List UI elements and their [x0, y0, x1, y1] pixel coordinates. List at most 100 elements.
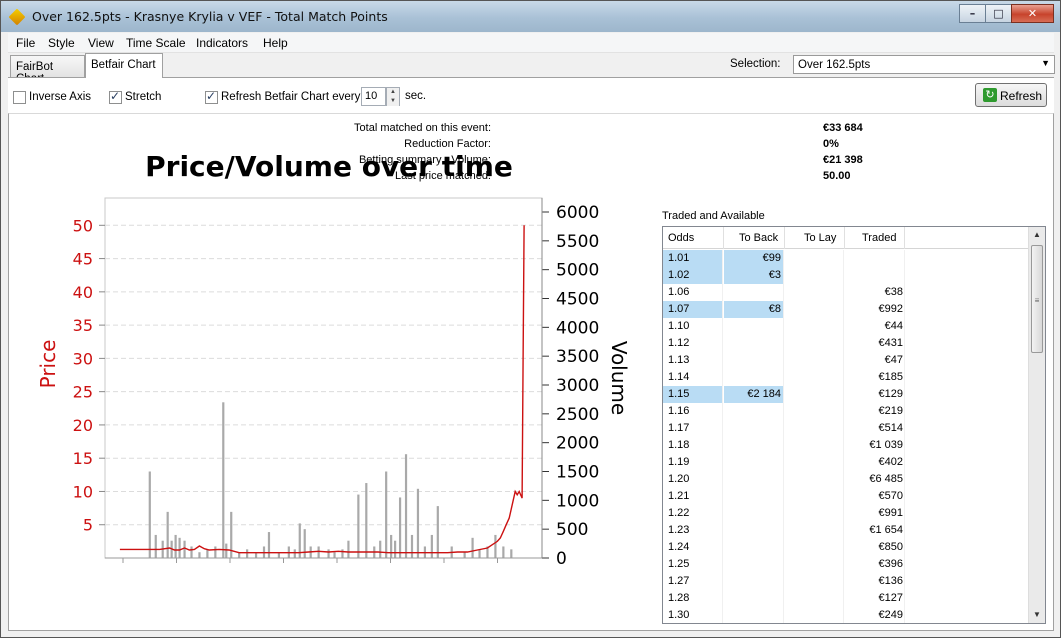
table-row[interactable]: 1.27 €136 — [663, 573, 1029, 590]
price-volume-chart: Price/Volume over time510152025303540455… — [36, 150, 631, 569]
menu-file[interactable]: File — [16, 36, 35, 50]
maximize-button[interactable]: □ — [985, 4, 1012, 23]
refresh-interval-input[interactable]: 10 — [361, 87, 386, 106]
y-tick-label: 35 — [73, 316, 93, 335]
table-row[interactable]: 1.06 €38 — [663, 284, 1029, 301]
table-row[interactable]: 1.22 €991 — [663, 505, 1029, 522]
inverse-axis-label: Inverse Axis — [29, 91, 91, 103]
column-header-to-lay[interactable]: To Lay — [785, 227, 845, 249]
table-row[interactable]: 1.17 €514 — [663, 420, 1029, 437]
table-row[interactable]: 1.18 €1 039 — [663, 437, 1029, 454]
tab-fairbot-chart[interactable]: FairBot Chart — [10, 55, 85, 85]
cell-odds: 1.27 — [663, 573, 723, 590]
cell-traded: €136 — [845, 573, 905, 590]
cell-to-lay — [785, 573, 844, 590]
inverse-axis-checkbox[interactable] — [13, 91, 26, 104]
cell-odds: 1.12 — [663, 335, 723, 352]
y-tick-label: 25 — [73, 383, 93, 402]
cell-to-back — [724, 505, 784, 522]
minimize-button[interactable]: – — [959, 4, 986, 23]
cell-to-back — [724, 590, 784, 607]
table-row[interactable]: 1.24 €850 — [663, 539, 1029, 556]
scroll-down-icon[interactable]: ▼ — [1029, 607, 1045, 623]
cell-traded: €570 — [845, 488, 905, 505]
column-header-traded[interactable]: Traded — [845, 227, 905, 249]
cell-to-back — [724, 403, 784, 420]
cell-to-back: €99 — [724, 250, 784, 267]
cell-to-back — [724, 369, 784, 386]
stretch-checkbox[interactable] — [109, 89, 122, 104]
menu-view[interactable]: View — [88, 36, 114, 50]
table-row[interactable]: 1.14 €185 — [663, 369, 1029, 386]
cell-to-lay — [785, 267, 844, 284]
cell-to-back — [724, 335, 784, 352]
volume-bar — [347, 540, 350, 558]
table-row[interactable]: 1.23 €1 654 — [663, 522, 1029, 539]
table-row[interactable]: 1.01 €99 — [663, 250, 1029, 267]
table-row[interactable]: 1.25 €396 — [663, 556, 1029, 573]
cell-traded: €249 — [845, 607, 905, 623]
betting-summary-value: €21 398 — [823, 154, 863, 166]
y2-tick-label: 6000 — [556, 203, 599, 223]
table-row[interactable]: 1.20 €6 485 — [663, 471, 1029, 488]
cell-to-lay — [785, 590, 844, 607]
volume-bar — [385, 471, 388, 558]
table-scrollbar[interactable]: ▲ ≡ ▼ — [1028, 227, 1045, 623]
table-row[interactable]: 1.02 €3 — [663, 267, 1029, 284]
cell-odds: 1.21 — [663, 488, 723, 505]
table-row[interactable]: 1.21 €570 — [663, 488, 1029, 505]
refresh-button-label: Refresh — [1000, 89, 1043, 103]
volume-bar — [410, 534, 414, 558]
cell-to-back — [724, 522, 784, 539]
close-button[interactable]: ✕ — [1011, 4, 1054, 23]
traded-available-table[interactable]: Odds To Back To Lay Traded 1.01 €99 1.02 €3… — [662, 226, 1046, 624]
refresh-interval-stepper[interactable]: ▲ ▼ — [386, 87, 400, 106]
table-row[interactable]: 1.15 €2 184 €129 — [663, 386, 1029, 403]
column-header-to-back[interactable]: To Back — [724, 227, 785, 249]
table-row[interactable]: 1.28 €127 — [663, 590, 1029, 607]
spin-down-icon[interactable]: ▼ — [387, 97, 399, 106]
dropdown-arrow-icon: ▼ — [1041, 58, 1050, 68]
cell-odds: 1.25 — [663, 556, 723, 573]
selection-dropdown[interactable]: Over 162.5pts ▼ — [793, 55, 1055, 74]
spin-up-icon[interactable]: ▲ — [387, 88, 399, 97]
menu-indicators[interactable]: Indicators — [196, 36, 248, 50]
refresh-button[interactable]: ↻ Refresh — [975, 83, 1047, 107]
table-row[interactable]: 1.30 €249 — [663, 607, 1029, 623]
volume-bar — [178, 537, 181, 558]
volume-bar — [174, 534, 177, 558]
tab-betfair-chart[interactable]: Betfair Chart — [85, 53, 163, 78]
cell-traded: €396 — [845, 556, 905, 573]
total-matched-value: €33 684 — [823, 122, 863, 134]
scroll-up-icon[interactable]: ▲ — [1029, 227, 1045, 243]
cell-to-lay — [785, 420, 844, 437]
table-row[interactable]: 1.07 €8 €992 — [663, 301, 1029, 318]
menu-time-scale[interactable]: Time Scale — [126, 36, 186, 50]
cell-to-lay — [785, 352, 844, 369]
stretch-label: Stretch — [125, 91, 162, 103]
table-row[interactable]: 1.10 €44 — [663, 318, 1029, 335]
table-row[interactable]: 1.12 €431 — [663, 335, 1029, 352]
title-bar[interactable]: Over 162.5pts - Krasnye Krylia v VEF - T… — [1, 1, 1060, 32]
scroll-thumb[interactable]: ≡ — [1031, 245, 1043, 353]
cell-traded: €47 — [845, 352, 905, 369]
cell-odds: 1.06 — [663, 284, 723, 301]
menu-style[interactable]: Style — [48, 36, 75, 50]
table-row[interactable]: 1.19 €402 — [663, 454, 1029, 471]
volume-bar — [166, 511, 169, 558]
grip-icon: ≡ — [1034, 296, 1040, 305]
cell-traded: €6 485 — [845, 471, 905, 488]
menu-help[interactable]: Help — [263, 36, 288, 50]
cell-traded: €38 — [845, 284, 905, 301]
volume-bar — [390, 534, 393, 558]
cell-traded: €431 — [845, 335, 905, 352]
auto-refresh-label: Refresh Betfair Chart every — [221, 91, 361, 103]
table-row[interactable]: 1.16 €219 — [663, 403, 1029, 420]
column-header-odds[interactable]: Odds — [663, 227, 724, 249]
volume-bar — [198, 552, 201, 558]
table-row[interactable]: 1.13 €47 — [663, 352, 1029, 369]
cell-traded: €185 — [845, 369, 905, 386]
cell-odds: 1.02 — [663, 267, 723, 284]
auto-refresh-checkbox[interactable] — [205, 89, 218, 104]
reduction-factor-value: 0% — [823, 138, 839, 150]
